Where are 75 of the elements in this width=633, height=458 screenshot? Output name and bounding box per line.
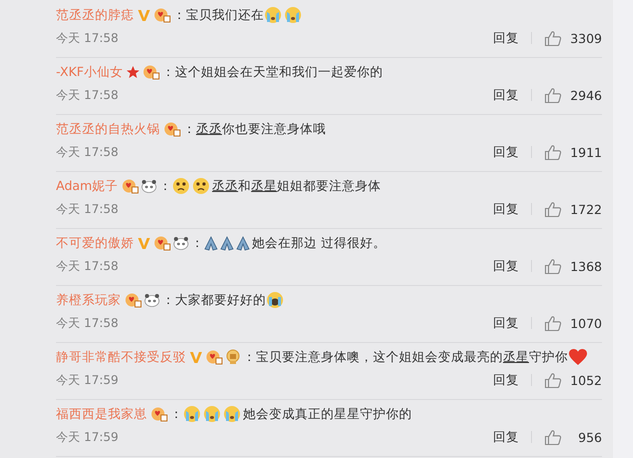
comment-time: 今天 17:59: [56, 428, 118, 446]
reply-link[interactable]: 回复: [493, 144, 519, 160]
thumbs-up-button[interactable]: [544, 372, 562, 388]
like-count: 1070: [569, 316, 602, 330]
panda-icon: [144, 293, 160, 307]
comment-time: 今天 17:58: [56, 314, 118, 332]
panda-icon: [141, 179, 158, 193]
verified-v-icon: [137, 236, 151, 250]
thumbs-up-button[interactable]: [544, 314, 562, 332]
like-count: 1911: [569, 144, 602, 160]
fan-badge-icon: [121, 178, 140, 194]
comment-text: ：: [170, 406, 183, 422]
medal-icon: [225, 349, 241, 365]
comment-time: 今天 17:58: [56, 30, 118, 46]
comment-time: 今天 17:58: [56, 258, 118, 274]
comment-time: 今天 17:58: [56, 200, 118, 218]
worried-emoji-icon: [172, 177, 190, 195]
comment-text: ：这个姐姐会在天堂和我们一起爱你的: [162, 64, 383, 80]
verified-v-icon: [137, 8, 151, 22]
verified-v-icon: [189, 350, 203, 364]
reply-link[interactable]: 回复: [493, 258, 519, 274]
heart-icon: [568, 348, 588, 366]
comment-time: 今天 17:58: [56, 86, 118, 104]
comment-text: 和: [238, 178, 252, 194]
reply-link[interactable]: 回复: [493, 86, 519, 104]
comment-text: ：: [159, 178, 172, 194]
reply-link[interactable]: 回复: [493, 428, 519, 446]
thumbs-up-button[interactable]: [544, 144, 562, 160]
mention-link[interactable]: 丞星: [503, 348, 529, 366]
like-count: 1722: [569, 202, 602, 216]
like-count: 1368: [569, 258, 602, 274]
mention-link[interactable]: 丞丞: [212, 178, 238, 194]
fan-badge-icon: [150, 406, 168, 422]
crying-emoji-icon: [223, 405, 241, 423]
panda-icon: [173, 236, 189, 250]
reply-link[interactable]: 回复: [493, 200, 519, 218]
fan-badge-icon: [142, 64, 160, 80]
like-count: 2946: [569, 88, 602, 102]
thumbs-up-button[interactable]: [544, 86, 562, 104]
comment-time: 今天 17:58: [56, 144, 118, 160]
comment-text: 她会变成真正的星星守护你的: [243, 406, 412, 422]
fan-badge-icon: [124, 292, 142, 308]
comment-text: 她会在那边 过得很好。: [252, 234, 386, 252]
reply-link[interactable]: 回复: [493, 372, 519, 388]
comment-time: 今天 17:59: [56, 372, 118, 388]
comment-text: ：: [183, 120, 196, 138]
fan-badge-icon: [205, 349, 223, 365]
star-icon: [126, 65, 140, 79]
comment-text: ：宝贝要注意身体噢，这个姐姐会变成最亮的: [243, 348, 503, 366]
mention-link[interactable]: 丞星: [251, 178, 278, 194]
comment-text: 你也要注意身体哦: [222, 120, 326, 138]
mention-link[interactable]: 丞丞: [196, 120, 222, 138]
comment-text: ：: [191, 234, 204, 252]
fan-badge-icon: [163, 121, 181, 137]
worried-emoji-icon: [192, 177, 210, 195]
thumbs-up-button[interactable]: [544, 200, 562, 218]
fan-badge-icon: [153, 7, 171, 23]
crying-emoji-icon: [183, 405, 201, 423]
crying-emoji-icon: [264, 6, 282, 24]
like-count: 956: [577, 430, 602, 444]
comment-text: ：宝贝我们还在: [173, 6, 264, 24]
comment-text: 姐姐都要注意身体: [277, 178, 382, 194]
crying-emoji-icon: [284, 6, 302, 24]
thumbs-up-button[interactable]: [544, 30, 562, 46]
reply-link[interactable]: 回复: [493, 30, 519, 46]
thumbs-up-button[interactable]: [544, 428, 562, 446]
reply-link[interactable]: 回复: [493, 314, 519, 332]
comment-text: 守护你: [529, 348, 568, 366]
sobbing-emoji-icon: [266, 291, 284, 309]
thumbs-up-button[interactable]: [544, 258, 562, 274]
comment-text: ：大家都要好好的: [162, 292, 266, 308]
crying-emoji-icon: [203, 405, 221, 423]
like-count: 1052: [569, 372, 602, 388]
like-count: 3309: [569, 30, 602, 46]
fan-badge-icon: [153, 235, 171, 251]
